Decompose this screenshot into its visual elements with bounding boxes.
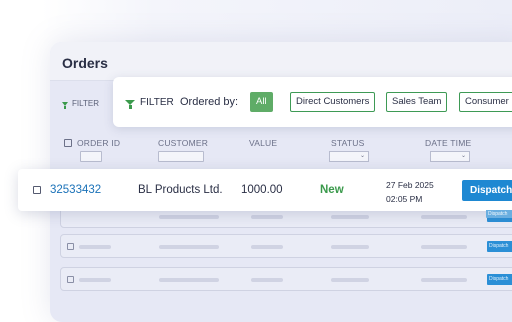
placeholder-bar <box>251 215 283 219</box>
filter-button[interactable]: FILTER <box>125 97 174 109</box>
placeholder-bar <box>421 245 467 249</box>
order-date: 27 Feb 2025 <box>386 180 434 190</box>
filter-label: FILTER <box>140 97 174 108</box>
table-row[interactable]: Dispatch <box>60 267 512 291</box>
order-time: 02:05 PM <box>386 194 423 204</box>
dispatch-button[interactable]: Dispatch <box>487 274 512 285</box>
placeholder-bar <box>79 278 111 282</box>
placeholder-bar <box>331 215 369 219</box>
background-filter-label: FILTER <box>72 99 99 108</box>
placeholder-bar <box>159 245 219 249</box>
dispatch-button[interactable]: Dispatch <box>486 210 512 218</box>
filter-icon <box>125 100 135 109</box>
chip-direct-customers[interactable]: Direct Customers <box>290 92 376 112</box>
page-title: Orders <box>62 55 108 71</box>
background-filter-button[interactable]: FILTER <box>62 99 99 109</box>
chip-all[interactable]: All <box>250 92 273 112</box>
date-filter-select[interactable]: ⌄ <box>430 151 470 162</box>
row-checkbox[interactable] <box>67 276 74 283</box>
placeholder-bar <box>251 278 283 282</box>
customer-filter-input[interactable] <box>158 151 204 162</box>
order-datetime: 27 Feb 2025 02:05 PM <box>386 178 434 206</box>
chip-consumer[interactable]: Consumer <box>459 92 512 112</box>
column-header-status[interactable]: STATUS <box>331 138 364 148</box>
select-all-checkbox[interactable] <box>64 139 72 147</box>
customer-name: BL Products Ltd. <box>138 184 223 196</box>
row-checkbox[interactable] <box>67 243 74 250</box>
status-badge: New <box>320 184 344 196</box>
placeholder-bar <box>421 278 467 282</box>
placeholder-bar <box>251 245 283 249</box>
order-id-link[interactable]: 32533432 <box>50 184 101 196</box>
row-checkbox[interactable] <box>33 186 41 194</box>
placeholder-bar <box>331 278 369 282</box>
dispatch-button[interactable]: Dispatch <box>462 180 512 201</box>
column-header-value[interactable]: VALUE <box>249 138 277 148</box>
placeholder-bar <box>421 215 467 219</box>
order-id-filter-input[interactable] <box>80 151 102 162</box>
column-header-customer[interactable]: CUSTOMER <box>158 138 208 148</box>
dispatch-button[interactable]: Dispatch <box>487 241 512 252</box>
highlighted-order-row[interactable]: 32533432 BL Products Ltd. 1000.00 New 27… <box>18 169 512 211</box>
column-header-date-time[interactable]: DATE TIME <box>425 138 471 148</box>
filter-icon <box>62 101 68 109</box>
chip-sales-team[interactable]: Sales Team <box>386 92 448 112</box>
column-header-order-id[interactable]: ORDER ID <box>77 138 120 148</box>
placeholder-bar <box>159 278 219 282</box>
status-filter-select[interactable]: ⌄ <box>329 151 369 162</box>
placeholder-bar <box>331 245 369 249</box>
order-value: 1000.00 <box>241 184 283 196</box>
filter-card: FILTER Ordered by: All Direct Customers … <box>113 77 512 127</box>
placeholder-bar <box>159 215 219 219</box>
table-row[interactable]: Dispatch <box>60 234 512 258</box>
orders-panel-header <box>50 42 512 81</box>
placeholder-bar <box>79 245 111 249</box>
ordered-by-label: Ordered by: <box>180 96 239 108</box>
